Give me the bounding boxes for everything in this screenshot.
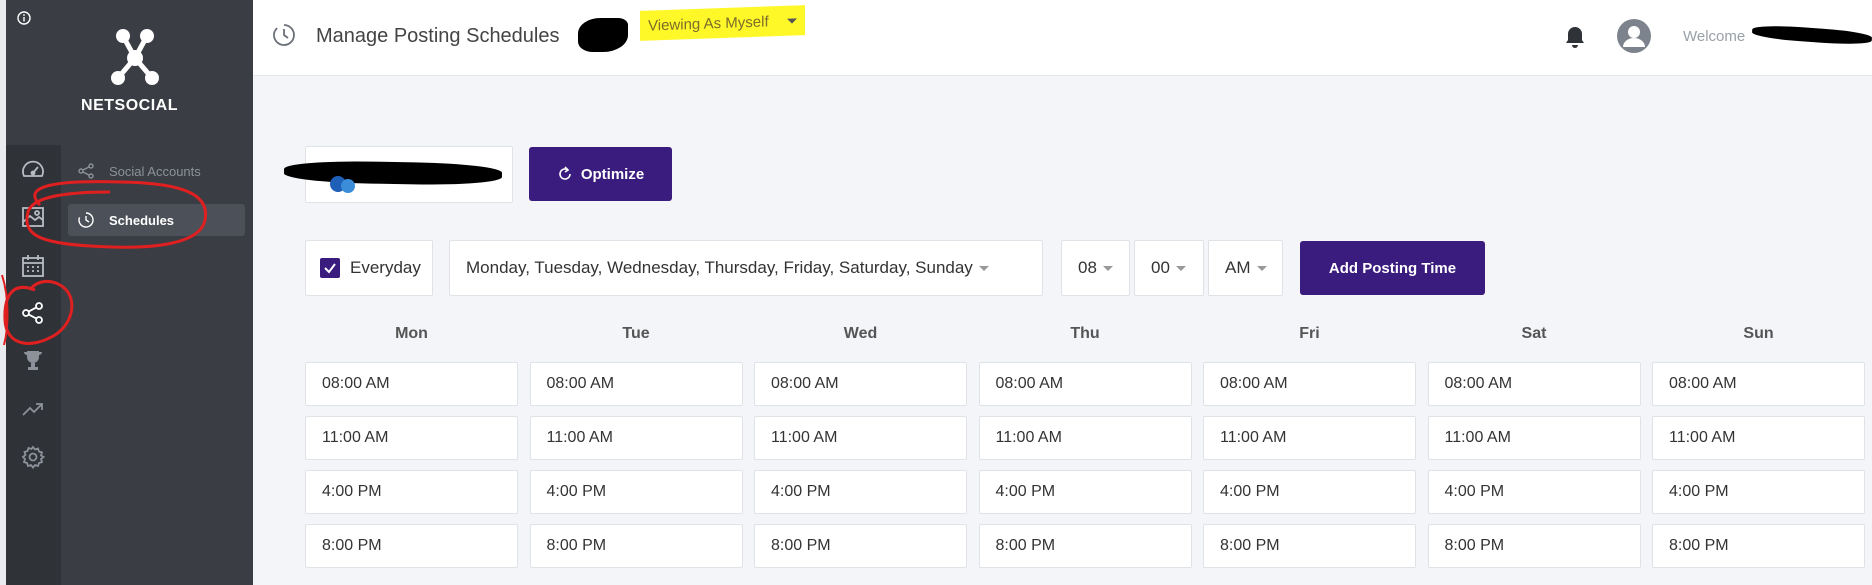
time-slot[interactable]: 11:00 AM [1203,416,1416,460]
schedule-icon [273,24,295,46]
page-title: Manage Posting Schedules [316,25,560,47]
brand-name: NETSOCIAL [81,97,178,114]
avatar[interactable] [1617,19,1651,53]
time-slot[interactable]: 8:00 PM [978,524,1192,568]
everyday-label: Everyday [350,258,421,277]
time-slot[interactable]: 8:00 PM [529,524,743,568]
time-slot[interactable]: 11:00 AM [1427,416,1641,460]
viewing-as-label: Viewing As Myself [648,12,769,35]
time-slot[interactable]: 11:00 AM [305,416,518,460]
ampm-select[interactable]: AM [1208,240,1283,296]
day-header: Thu [1070,325,1100,342]
time-slot[interactable]: 4:00 PM [1203,470,1416,514]
time-slot[interactable]: 08:00 AM [1203,362,1416,406]
chevron-down-icon [786,17,797,24]
time-slot[interactable]: 8:00 PM [305,524,518,568]
time-slot[interactable]: 08:00 AM [305,362,518,406]
time-slot[interactable]: 11:00 AM [529,416,743,460]
time-slot[interactable]: 4:00 PM [1427,470,1641,514]
schedule-icon [78,212,94,228]
optimize-label: Optimize [580,165,645,183]
day-header: Sat [1521,325,1547,342]
day-column-wed: Wed 08:00 AM 11:00 AM 4:00 PM 8:00 PM [754,325,967,568]
netsocial-logo [111,29,159,85]
submenu-item-label: Schedules [109,212,175,228]
chevron-down-icon [1256,265,1267,271]
welcome-text: Welcome [1683,28,1746,45]
time-slot[interactable]: 08:00 AM [978,362,1192,406]
time-slot[interactable]: 08:00 AM [529,362,743,406]
hour-select[interactable]: 08 [1061,240,1130,296]
time-slot[interactable]: 8:00 PM [754,524,967,568]
day-column-fri: Fri 08:00 AM 11:00 AM 4:00 PM 8:00 PM [1203,325,1416,568]
account-badge-icon [330,176,355,193]
day-column-tue: Tue 08:00 AM 11:00 AM 4:00 PM 8:00 PM [529,325,743,568]
add-posting-time-label: Add Posting Time [1328,259,1457,277]
calendar-icon[interactable] [20,253,46,279]
bell-icon[interactable] [1564,25,1586,49]
minute-value: 00 [1151,258,1170,277]
time-slot[interactable]: 08:00 AM [754,362,967,406]
ampm-value: AM [1225,258,1251,277]
days-select[interactable]: Monday, Tuesday, Wednesday, Thursday, Fr… [449,240,1043,296]
time-slot[interactable]: 4:00 PM [1652,470,1865,514]
share-icon [78,163,94,179]
settings-icon[interactable] [20,444,46,470]
day-column-sun: Sun 08:00 AM 11:00 AM 4:00 PM 8:00 PM [1652,325,1865,568]
dashboard-icon[interactable] [20,157,46,183]
refresh-icon [559,166,571,180]
add-posting-time-button[interactable]: Add Posting Time [1300,241,1485,295]
day-column-sat: Sat 08:00 AM 11:00 AM 4:00 PM 8:00 PM [1427,325,1641,568]
days-value: Monday, Tuesday, Wednesday, Thursday, Fr… [466,258,973,277]
time-slot[interactable]: 11:00 AM [1652,416,1865,460]
submenu-item-schedules[interactable]: Schedules [68,204,245,236]
time-slot[interactable]: 4:00 PM [529,470,743,514]
time-slot[interactable]: 4:00 PM [978,470,1192,514]
viewing-as-dropdown[interactable]: Viewing As Myself [640,5,805,41]
time-slot[interactable]: 4:00 PM [305,470,518,514]
time-slot[interactable]: 08:00 AM [1427,362,1641,406]
trending-icon[interactable] [20,396,46,422]
submenu-item-social-accounts[interactable]: Social Accounts [68,155,245,187]
time-slot[interactable]: 11:00 AM [754,416,967,460]
day-header: Mon [395,325,428,342]
minute-select[interactable]: 00 [1134,240,1204,296]
media-library-icon[interactable] [20,204,46,230]
checkbox-checked[interactable] [320,258,340,278]
time-slot[interactable]: 8:00 PM [1427,524,1641,568]
chevron-down-icon [1175,265,1186,271]
redacted-name [578,18,628,52]
info-icon[interactable] [17,11,31,25]
time-slot[interactable]: 8:00 PM [1652,524,1865,568]
day-column-thu: Thu 08:00 AM 11:00 AM 4:00 PM 8:00 PM [978,325,1192,568]
everyday-checkbox[interactable]: Everyday [305,240,433,296]
share-icon[interactable] [20,300,46,326]
optimize-button[interactable]: Optimize [529,147,672,201]
hour-value: 08 [1078,258,1097,277]
time-slot[interactable]: 11:00 AM [978,416,1192,460]
check-icon [324,263,336,274]
submenu-item-label: Social Accounts [109,163,201,179]
time-slot[interactable]: 08:00 AM [1652,362,1865,406]
chevron-down-icon [978,265,989,271]
time-slot[interactable]: 4:00 PM [754,470,967,514]
day-header: Wed [843,325,878,342]
day-header: Fri [1299,325,1320,342]
day-header: Sun [1743,325,1774,342]
trophy-icon[interactable] [20,348,46,374]
day-column-mon: Mon 08:00 AM 11:00 AM 4:00 PM 8:00 PM [305,325,518,568]
time-slot[interactable]: 8:00 PM [1203,524,1416,568]
chevron-down-icon [1102,265,1113,271]
day-header: Tue [622,325,650,342]
